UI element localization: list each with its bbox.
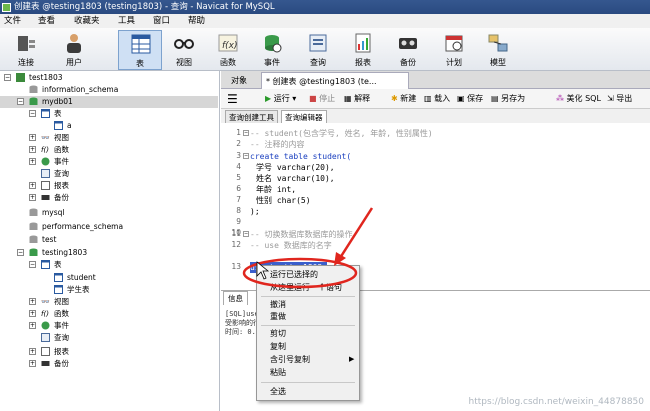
annotation-overlay	[242, 207, 374, 289]
highlight-ellipse	[242, 257, 358, 289]
annotation-arrow-line	[338, 207, 374, 259]
mouse-cursor-icon	[256, 261, 270, 280]
watermark: https://blog.csdn.net/weixin_44878850	[468, 397, 644, 407]
